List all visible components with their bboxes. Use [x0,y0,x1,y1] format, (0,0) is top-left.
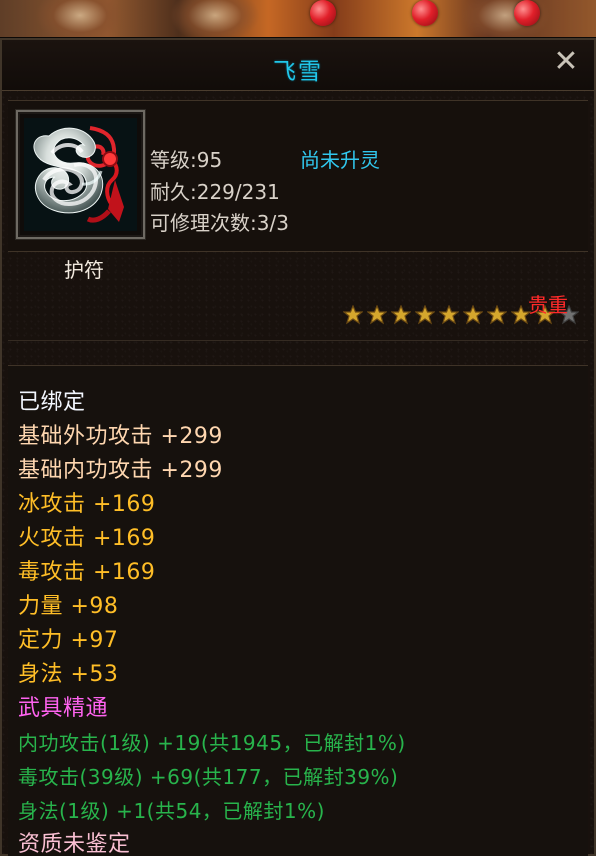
gold-star-icon [439,305,459,325]
section-divider [8,340,588,341]
gold-star-icon [391,305,411,325]
gold-star-icon [367,305,387,325]
agility-stat: 身法 +53 [18,662,119,687]
item-title: 飞雪 [273,59,323,85]
item-level: 等级:95 [150,148,223,172]
weapon-mastery: 武具精通 [18,696,109,721]
game-screen: 飞雪 ✕ 等级:95 尚未升灵 耐久:229/231 可修理次数:3/3 护符 … [0,0,596,856]
item-tooltip: 飞雪 ✕ 等级:95 尚未升灵 耐久:229/231 可修理次数:3/3 护符 … [0,37,596,856]
focus-stat: 定力 +97 [18,628,119,653]
red-orb-icon [514,0,540,26]
gold-star-icon [487,305,507,325]
amulet-svg [24,118,137,231]
base-internal-attack: 基础内功攻击 +299 [18,458,223,483]
rarity-label: 贵重 [528,293,568,317]
sealed-agility: 身法(1级) +1(共54，已解封1%) [18,799,325,823]
bound-status: 已绑定 [18,390,86,415]
item-icon-frame [16,110,145,239]
qualification-status: 资质未鉴定 [18,832,131,856]
item-summary-panel: 等级:95 尚未升灵 耐久:229/231 可修理次数:3/3 [8,100,588,252]
jade-cloud-amulet-icon [24,118,137,231]
gold-star-icon [463,305,483,325]
red-orb-icon [412,0,438,26]
close-icon[interactable]: ✕ [551,47,581,77]
base-external-attack: 基础外功攻击 +299 [18,424,223,449]
strength-stat: 力量 +98 [18,594,119,619]
fire-attack: 火攻击 +169 [18,526,156,551]
sealed-internal-attack: 内功攻击(1级) +19(共1945，已解封1%) [18,731,406,755]
item-type: 护符 [64,258,104,282]
item-durability: 耐久:229/231 [150,180,280,204]
ice-attack: 冰攻击 +169 [18,492,156,517]
tooltip-titlebar: 飞雪 ✕ [2,40,594,91]
gold-star-icon [415,305,435,325]
sealed-poison-attack: 毒攻击(39级) +69(共177，已解封39%) [18,765,399,789]
repair-count: 可修理次数:3/3 [150,211,289,235]
gold-star-icon [343,305,363,325]
poison-attack: 毒攻击 +169 [18,560,156,585]
red-orb-icon [310,0,336,26]
spirit-status: 尚未升灵 [300,148,380,172]
